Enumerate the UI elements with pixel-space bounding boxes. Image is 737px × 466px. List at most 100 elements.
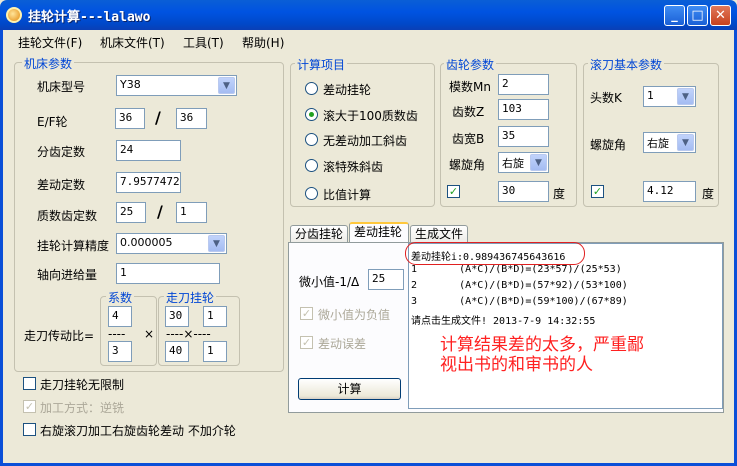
calc-label-nodiff: 无差动加工斜齿	[323, 134, 408, 148]
calc-radio-prime[interactable]	[305, 108, 318, 121]
minimize-button[interactable]: _	[664, 5, 685, 26]
calc-group-label: 计算项目	[295, 56, 348, 73]
menu-file[interactable]: 挂轮文件(F)	[18, 34, 82, 51]
gear-helix-label: 螺旋角	[449, 158, 486, 172]
annotation-line-1: 计算结果差的太多，严重鄙	[440, 335, 644, 355]
calc-label-prime: 滚大于100质数齿	[323, 109, 418, 123]
app-icon	[6, 7, 22, 23]
axial-input[interactable]: 1	[116, 263, 220, 284]
menu-tools[interactable]: 工具(T)	[183, 34, 224, 51]
precision-select[interactable]: 0.000005 ▼	[116, 233, 227, 254]
index-input[interactable]: 24	[116, 140, 181, 161]
feed-d-input[interactable]: 1	[203, 341, 227, 362]
neg-label: 微小值为负值	[318, 308, 391, 322]
starts-value: 1	[647, 89, 654, 102]
prime-label: 质数齿定数	[37, 209, 98, 223]
prime-b-input[interactable]: 1	[176, 202, 207, 223]
coef-bottom-input[interactable]: 3	[108, 341, 132, 362]
prime-slash: /	[157, 202, 163, 221]
hob-helix-label: 螺旋角	[590, 138, 627, 152]
hob-helix-select[interactable]: 右旋 ▼	[643, 132, 696, 153]
times-sign: ×	[144, 327, 155, 341]
gear-angle-input[interactable]: 30	[498, 181, 549, 202]
method-label: 加工方式：逆铣	[40, 401, 125, 415]
tab-index[interactable]: 分齿挂轮	[290, 225, 348, 243]
teeth-input[interactable]: 103	[498, 99, 549, 120]
width-label: 齿宽B	[452, 132, 485, 146]
gear-helix-select[interactable]: 右旋 ▼	[498, 152, 549, 173]
ef-label: E/F轮	[37, 115, 68, 129]
coef-top-input[interactable]: 4	[108, 306, 132, 327]
result-line: 请点击生成文件! 2013-7-9 14:32:55	[411, 316, 596, 327]
calc-radio-nodiff[interactable]	[305, 133, 318, 146]
module-input[interactable]: 2	[498, 74, 549, 95]
close-button[interactable]: ✕	[710, 5, 731, 26]
small-value-input[interactable]: 25	[368, 269, 404, 290]
chevron-down-icon: ▼	[218, 77, 235, 94]
menu-help[interactable]: 帮助(H)	[242, 34, 284, 51]
right-hob-label: 右旋滚刀加工右旋齿轮差动 不加介轮	[40, 424, 236, 438]
hob-helix-value: 右旋	[647, 137, 669, 150]
feed-line: ----×----	[166, 327, 211, 341]
ef-slash: /	[155, 108, 161, 127]
calc-radio-special[interactable]	[305, 159, 318, 172]
diff-input[interactable]: 7.9577472	[116, 172, 181, 193]
precision-value: 0.000005	[120, 236, 173, 249]
hob-group-label: 滚刀基本参数	[588, 56, 665, 73]
gear-group-label: 齿轮参数	[444, 56, 497, 73]
starts-select[interactable]: 1 ▼	[643, 86, 696, 107]
annotation-line-2: 视出书的和审书的人	[440, 355, 593, 375]
starts-label: 头数K	[590, 91, 622, 105]
maximize-button[interactable]: □	[687, 5, 708, 26]
hob-angle-input[interactable]: 4.12	[643, 181, 696, 202]
right-hob-checkbox[interactable]	[23, 423, 36, 436]
unlimited-label: 走刀挂轮无限制	[40, 378, 125, 392]
err-label: 差动误差	[318, 337, 367, 351]
result-line: 1 (A*C)/(B*D)=(23*57)/(25*53)	[411, 264, 622, 275]
calc-label-special: 滚特殊斜齿	[323, 160, 384, 174]
coef-line: ----	[108, 327, 126, 341]
model-value: Y38	[120, 78, 141, 91]
err-checkbox: ✓	[300, 336, 313, 349]
calc-radio-ratio[interactable]	[305, 187, 318, 200]
gear-angle-unit: 度	[553, 187, 566, 201]
model-select[interactable]: Y38 ▼	[116, 75, 237, 96]
calc-label-diff: 差动挂轮	[323, 83, 372, 97]
calc-radio-diff[interactable]	[305, 82, 318, 95]
chevron-down-icon: ▼	[677, 134, 694, 151]
feed-c-input[interactable]: 40	[165, 341, 189, 362]
result-line: 3 (A*C)/(B*D)=(59*100)/(67*89)	[411, 296, 628, 307]
result-highlight-circle	[405, 242, 585, 265]
width-input[interactable]: 35	[498, 126, 549, 147]
tab-diff[interactable]: 差动挂轮	[349, 222, 409, 243]
model-label: 机床型号	[37, 80, 86, 94]
window-title: 挂轮计算---lalawo	[28, 10, 151, 25]
result-box[interactable]: 差动挂轮i:0.989436745643616 1 (A*C)/(B*D)=(2…	[408, 243, 723, 409]
chevron-down-icon: ▼	[530, 154, 547, 171]
hob-angle-unit: 度	[702, 187, 715, 201]
ef-b-input[interactable]: 36	[176, 108, 207, 129]
prime-a-input[interactable]: 25	[116, 202, 146, 223]
ef-a-input[interactable]: 36	[115, 108, 145, 129]
method-checkbox: ✓	[23, 400, 36, 413]
hob-angle-checkbox[interactable]: ✓	[591, 185, 604, 198]
chevron-down-icon: ▼	[677, 88, 694, 105]
machine-group-label: 机床参数	[22, 55, 75, 72]
axial-label: 轴向进给量	[37, 268, 98, 282]
neg-checkbox: ✓	[300, 307, 313, 320]
gear-angle-checkbox[interactable]: ✓	[447, 185, 460, 198]
feed-a-input[interactable]: 30	[165, 306, 189, 327]
feed-b-input[interactable]: 1	[203, 306, 227, 327]
menu-machine[interactable]: 机床文件(T)	[100, 34, 165, 51]
feed-group-label: 走刀挂轮	[164, 289, 217, 306]
tab-generate[interactable]: 生成文件	[410, 225, 468, 243]
calc-label-ratio: 比值计算	[323, 188, 372, 202]
unlimited-checkbox[interactable]	[23, 377, 36, 390]
coef-group-label: 系数	[106, 289, 135, 306]
calc-button[interactable]: 计算	[298, 378, 401, 400]
diff-label: 差动定数	[37, 178, 86, 192]
chevron-down-icon: ▼	[208, 235, 225, 252]
ratio-label: 走刀传动比=	[24, 329, 95, 343]
precision-label: 挂轮计算精度	[37, 239, 110, 253]
result-line: 2 (A*C)/(B*D)=(57*92)/(53*100)	[411, 280, 628, 291]
